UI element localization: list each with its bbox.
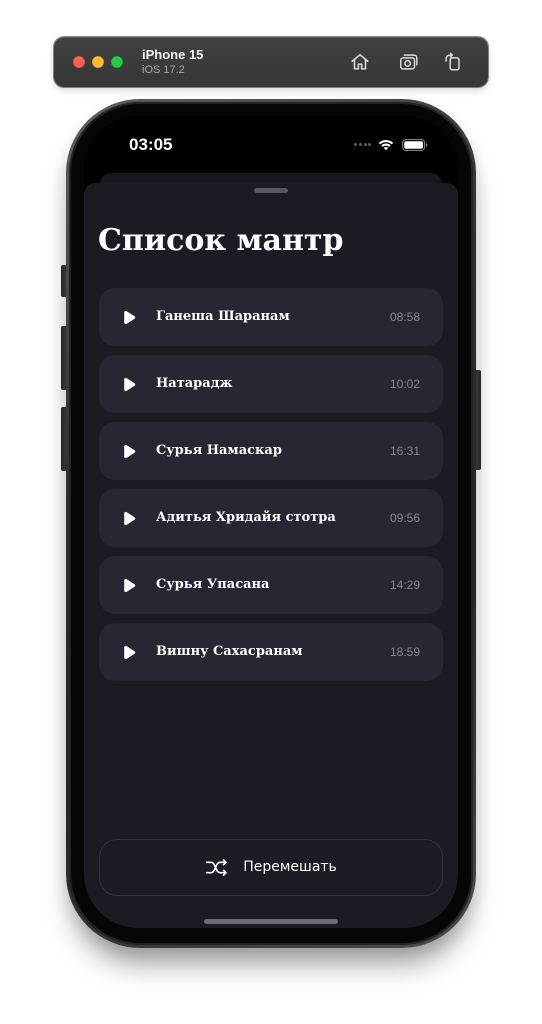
play-icon <box>124 578 136 592</box>
mantra-title: Сурья Упасана <box>156 577 270 592</box>
mantra-row[interactable]: Сурья Намаскар 16:31 <box>99 422 443 480</box>
simulator-toolbar: iPhone 15 iOS 17.2 <box>54 37 488 87</box>
signal-dot <box>354 143 357 146</box>
shuffle-icon <box>205 859 227 876</box>
mantra-title: Сурья Намаскар <box>156 443 282 458</box>
mantra-duration: 18:59 <box>389 645 420 659</box>
mantra-title: Натарадж <box>156 376 233 391</box>
signal-dot <box>358 143 362 146</box>
mantra-title: Вишну Сахасранам <box>156 644 303 659</box>
wifi-icon <box>378 140 394 151</box>
home-icon[interactable] <box>348 50 372 74</box>
play-icon <box>124 444 136 458</box>
screenshot-icon[interactable] <box>397 50 421 74</box>
play-icon <box>124 310 136 324</box>
mantra-row[interactable]: Адитья Хридайя стотра 09:56 <box>99 489 443 547</box>
os-version: iOS 17.2 <box>142 64 185 76</box>
status-time: 03:05 <box>129 135 173 154</box>
page-title: Список мантр <box>98 223 344 258</box>
device-screen: 03:05 Список мантр Ганеша Шаранам 08:58 <box>84 116 458 928</box>
mantra-title: Ганеша Шаранам <box>156 309 290 324</box>
mantra-title: Адитья Хридайя стотра <box>156 510 336 525</box>
play-icon <box>124 511 136 525</box>
mantra-duration: 09:56 <box>389 511 420 525</box>
play-icon <box>124 377 136 391</box>
mantra-row[interactable]: Ганеша Шаранам 08:58 <box>99 288 443 346</box>
minimize-window-button[interactable] <box>92 56 104 68</box>
close-window-button[interactable] <box>73 56 85 68</box>
signal-dots-icon <box>354 143 372 147</box>
rotate-icon[interactable] <box>441 50 465 74</box>
zoom-window-button[interactable] <box>111 56 123 68</box>
sheet-grabber[interactable] <box>254 188 288 193</box>
home-indicator[interactable] <box>204 919 338 924</box>
signal-dot <box>368 143 372 146</box>
mantra-list-sheet: Список мантр Ганеша Шаранам 08:58 Натара… <box>84 183 458 928</box>
mantra-duration: 10:02 <box>389 377 420 391</box>
mantra-row[interactable]: Сурья Упасана 14:29 <box>99 556 443 614</box>
battery-icon <box>402 139 428 151</box>
dynamic-island <box>211 127 331 162</box>
mantra-duration: 14:29 <box>389 578 420 592</box>
mantra-duration: 16:31 <box>389 444 420 458</box>
mantra-list: Ганеша Шаранам 08:58 Натарадж 10:02 Сурь… <box>99 288 443 690</box>
shuffle-button[interactable]: Перемешать <box>99 839 443 896</box>
mantra-duration: 08:58 <box>389 310 420 324</box>
play-icon <box>124 645 136 659</box>
device-name: iPhone 15 <box>142 47 204 62</box>
mantra-row[interactable]: Натарадж 10:02 <box>99 355 443 413</box>
shuffle-label: Перемешать <box>243 859 337 875</box>
mantra-row[interactable]: Вишну Сахасранам 18:59 <box>99 623 443 681</box>
signal-dot <box>363 143 367 146</box>
